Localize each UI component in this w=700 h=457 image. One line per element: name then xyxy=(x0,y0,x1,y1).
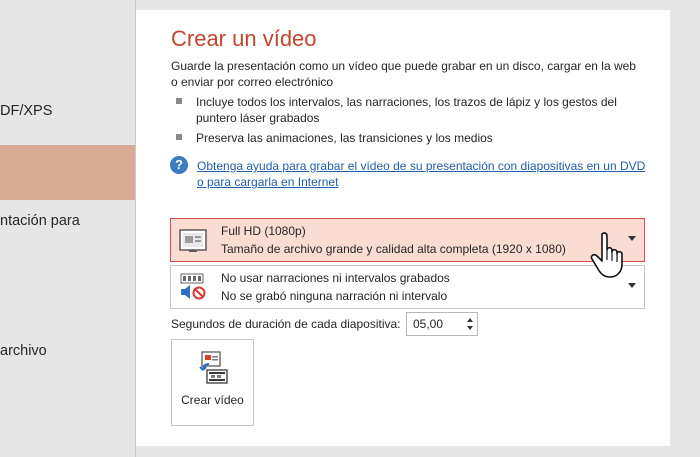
help-question-icon: ? xyxy=(170,156,188,174)
speaker-mute-icon xyxy=(180,273,206,300)
stepper-down-icon[interactable] xyxy=(467,326,473,330)
create-video-label: Crear vídeo xyxy=(181,393,244,407)
bullet-text: Preserva las animaciones, las transicion… xyxy=(196,131,493,145)
bullet-square-icon xyxy=(176,134,182,140)
dropdown-title: No usar narraciones ni intervalos grabad… xyxy=(221,271,450,285)
bullet-text: Incluye todos los intervalos, las narrac… xyxy=(196,95,617,125)
bullet-square-icon xyxy=(176,98,182,104)
video-quality-dropdown[interactable]: Full HD (1080p) Tamaño de archivo grande… xyxy=(170,218,645,262)
help-link[interactable]: Obtenga ayuda para grabar el vídeo de su… xyxy=(197,158,647,190)
stepper-up-icon[interactable] xyxy=(467,318,473,322)
nav-item-label: ntación para xyxy=(0,213,80,229)
seconds-stepper[interactable]: 05,00 xyxy=(406,312,478,336)
dropdown-subtitle: No se grabó ninguna narración ni interva… xyxy=(221,289,448,303)
create-video-panel: Crear un vídeo Guarde la presentación co… xyxy=(136,10,670,446)
video-export-icon xyxy=(199,351,228,384)
nav-item-create-video[interactable] xyxy=(0,145,135,200)
backstage-nav: DF/XPS ntación para archivo xyxy=(0,0,135,457)
chevron-down-icon xyxy=(628,283,636,288)
hand-pointer-icon xyxy=(590,232,623,278)
narration-timing-dropdown[interactable]: No usar narraciones ni intervalos grabad… xyxy=(170,265,645,309)
nav-item-change-file-type[interactable]: archivo xyxy=(0,343,135,359)
dropdown-subtitle: Tamaño de archivo grande y calidad alta … xyxy=(221,242,566,256)
create-video-button[interactable]: Crear vídeo xyxy=(171,339,254,426)
nav-item-label: DF/XPS xyxy=(0,103,53,119)
panel-description: Guarde la presentación como un vídeo que… xyxy=(171,59,636,89)
seconds-label: Segundos de duración de cada diapositiva… xyxy=(171,317,401,331)
dropdown-title: Full HD (1080p) xyxy=(221,224,306,238)
seconds-value: 05,00 xyxy=(413,317,444,331)
nav-item-label: archivo xyxy=(0,343,47,359)
nav-item-pdf-xps[interactable]: DF/XPS xyxy=(0,103,135,119)
page-title: Crear un vídeo xyxy=(171,26,317,51)
monitor-slide-icon xyxy=(179,229,207,252)
nav-item-package-presentation[interactable]: ntación para xyxy=(0,213,135,229)
chevron-down-icon xyxy=(628,236,636,241)
